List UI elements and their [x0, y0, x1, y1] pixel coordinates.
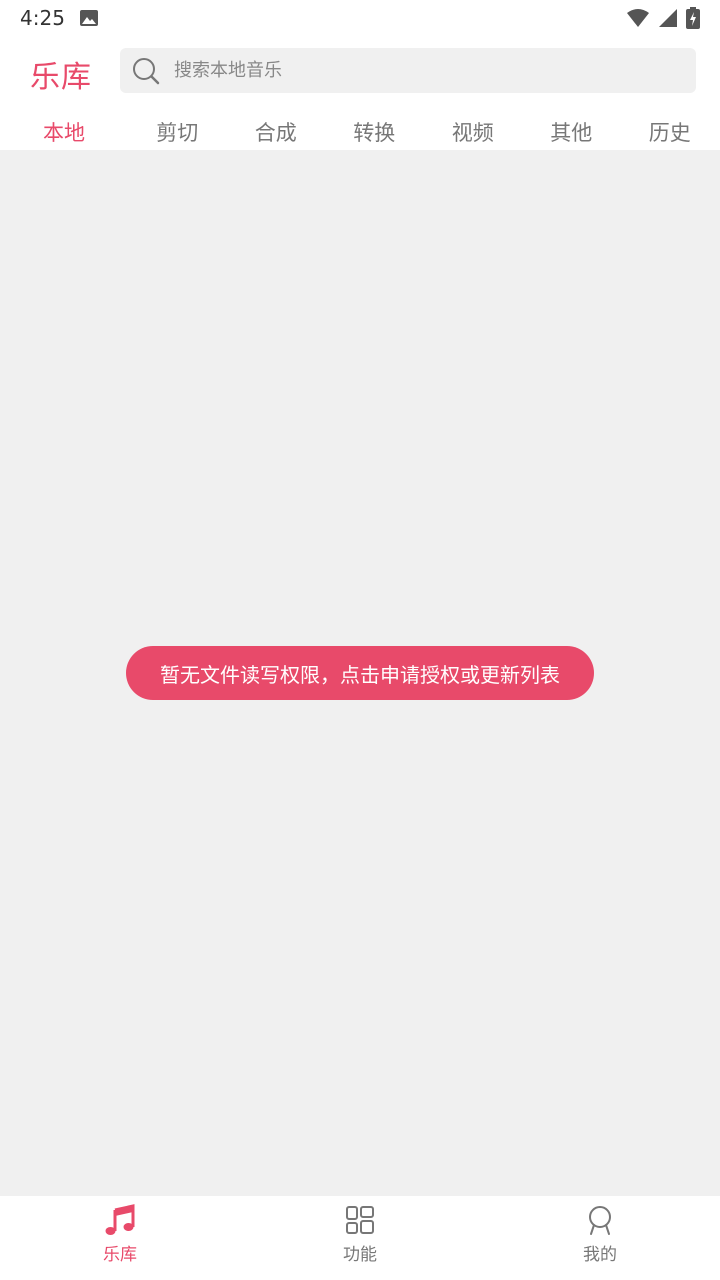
header: 乐库 本地 剪切 合成 转换 视频 其他 历史	[0, 36, 720, 150]
tab-local[interactable]: 本地	[0, 117, 128, 147]
grid-icon	[346, 1206, 374, 1234]
permission-request-button[interactable]: 暂无文件读写权限，点击申请授权或更新列表	[126, 646, 594, 700]
tab-bar: 本地 剪切 合成 转换 视频 其他 历史	[0, 114, 720, 150]
battery-charging-icon	[686, 7, 700, 29]
screen: 4:25 乐库 搜索本地音乐 本地 剪切 合成 转换 视频 其他 历史 暂无文件…	[0, 0, 720, 1280]
image-icon	[79, 10, 98, 26]
tab-cut[interactable]: 剪切	[128, 117, 227, 147]
tab-merge[interactable]: 合成	[227, 117, 326, 147]
nav-item-functions[interactable]: 功能	[240, 1196, 480, 1280]
nav-item-library[interactable]: 乐库	[0, 1196, 240, 1280]
signal-icon	[659, 9, 677, 27]
search-input[interactable]	[174, 60, 654, 81]
status-right	[626, 7, 700, 29]
music-note-icon	[105, 1204, 135, 1235]
profile-icon	[589, 1206, 611, 1235]
nav-label-mine: 我的	[583, 1245, 617, 1265]
tab-history[interactable]: 历史	[621, 117, 720, 147]
nav-label-functions: 功能	[343, 1245, 377, 1265]
tab-other[interactable]: 其他	[522, 117, 621, 147]
wifi-icon	[627, 9, 649, 27]
nav-label-library: 乐库	[103, 1245, 137, 1265]
tab-convert[interactable]: 转换	[325, 117, 424, 147]
search-icon	[133, 57, 160, 84]
status-bar: 4:25	[0, 0, 720, 36]
status-left: 4:25	[20, 6, 99, 30]
search-box[interactable]	[120, 48, 696, 93]
page-title: 乐库	[30, 60, 92, 95]
nav-item-mine[interactable]: 我的	[480, 1196, 720, 1280]
bottom-nav: 乐库 功能 我的	[0, 1196, 720, 1280]
status-time: 4:25	[20, 6, 65, 30]
tab-video[interactable]: 视频	[424, 117, 523, 147]
